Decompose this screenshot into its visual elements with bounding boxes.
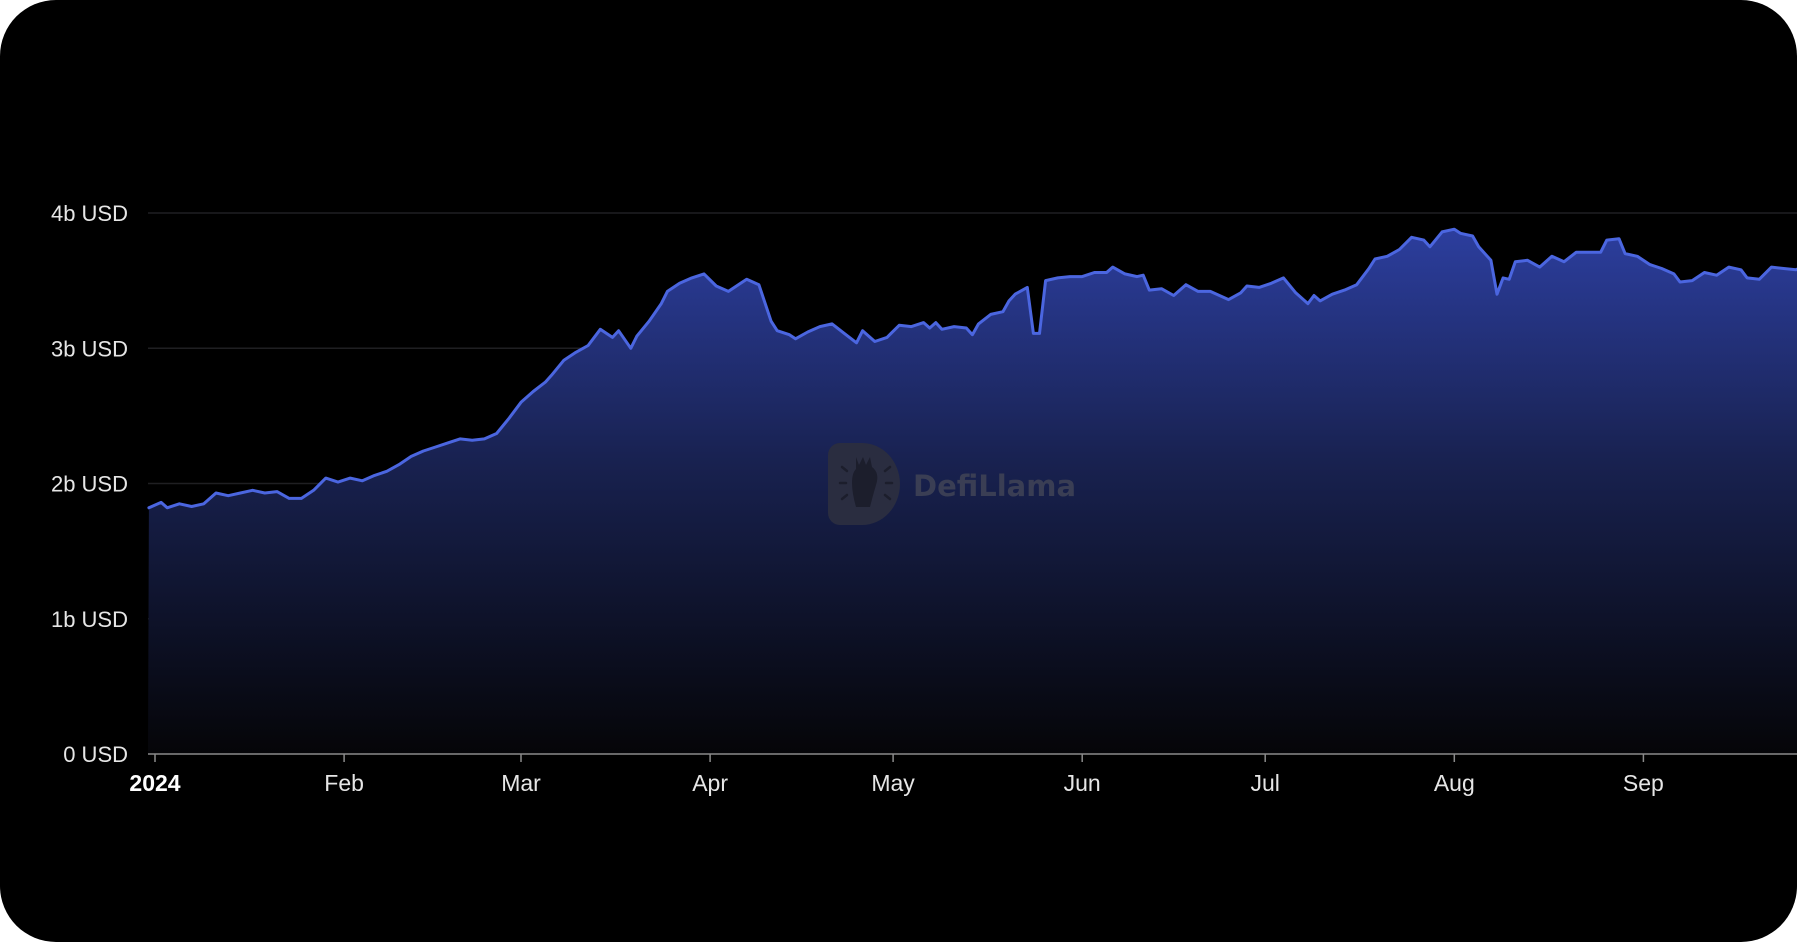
x-axis-labels: 2024 Feb Mar Apr May Jun Jul Aug Sep [129,770,1663,796]
y-tick-label: 0 USD [63,742,128,767]
x-tick-label: 2024 [129,770,180,796]
y-tick-label: 3b USD [51,336,128,361]
area-chart: DefiLlama 0 USD1b USD2b USD3b USD4b USD … [51,201,1797,796]
x-tick-label: Feb [324,770,364,796]
y-tick-label: 1b USD [51,607,128,632]
y-tick-label: 4b USD [51,201,128,226]
x-tick-label: May [871,770,915,796]
x-tick-label: Jun [1064,770,1101,796]
x-tick-label: Aug [1434,770,1475,796]
y-axis-labels: 0 USD 1b USD 2b USD 3b USD 4b USD [51,201,128,767]
x-tick-label: Jul [1250,770,1279,796]
x-axis [148,753,1797,762]
x-tick-label: Sep [1623,770,1664,796]
y-tick-label: 2b USD [51,472,128,497]
x-tick-label: Apr [692,770,728,796]
chart-card: DefiLlama 0 USD 1b USD 2b USD 3b USD 4b USD … [0,0,1797,942]
x-tick-label: Mar [501,770,541,796]
watermark-text: DefiLlama [913,469,1076,503]
